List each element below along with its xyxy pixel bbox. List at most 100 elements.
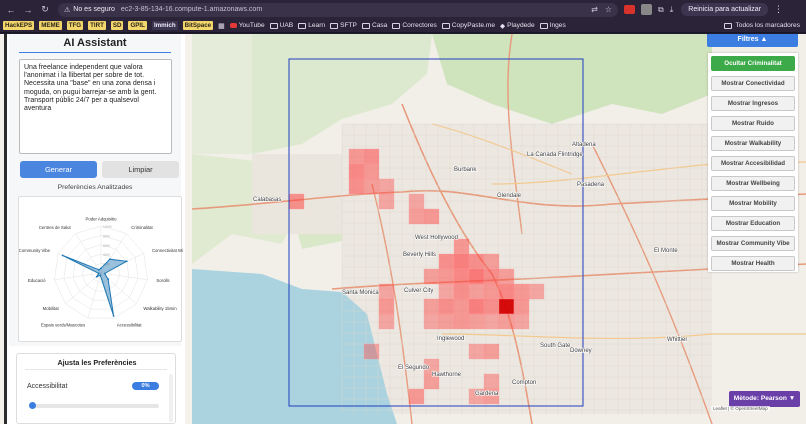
filter-health[interactable]: Mostrar Health	[711, 256, 795, 271]
translate-icon[interactable]: ⇄	[591, 5, 598, 14]
heatmap-cell	[348, 178, 365, 195]
puzzle-icon[interactable]: ⧉	[658, 5, 664, 15]
heatmap-cell	[378, 193, 395, 210]
heatmap-cell	[438, 298, 455, 315]
heatmap-cell	[528, 283, 545, 300]
generate-button[interactable]: Generar	[20, 161, 97, 178]
all-bookmarks[interactable]: Todos los marcadores	[724, 22, 800, 29]
bookmark-tag[interactable]: SD	[110, 21, 124, 30]
page: AI Assistant Una freelance independent q…	[0, 34, 806, 424]
reload-icon[interactable]: ↻	[38, 3, 52, 17]
prompt-textarea[interactable]: Una freelance independent que valora l'a…	[19, 59, 172, 154]
bookmark-copypaste[interactable]: CopyPaste.me	[441, 22, 495, 29]
heatmap-cell	[453, 268, 470, 285]
heatmap-cell	[483, 253, 500, 270]
url-text: ec2-3-85-134-16.compute-1.amazonaws.com	[120, 6, 263, 13]
clear-button[interactable]: Limpiar	[102, 161, 179, 178]
method-dropdown[interactable]: Mètode: Pearson ▼	[729, 391, 800, 407]
bookmark-youtube[interactable]: YouTube	[229, 22, 265, 29]
menu-icon[interactable]: ⋮	[774, 4, 783, 15]
scrollbar[interactable]	[169, 374, 173, 422]
heatmap-cell	[468, 298, 485, 315]
bookmark-tag[interactable]: Immich	[151, 21, 178, 30]
filter-connectivity[interactable]: Mostrar Conectividad	[711, 76, 795, 91]
apps-grid-icon[interactable]: ▦	[218, 22, 225, 30]
bookmark-folder[interactable]: Inges	[539, 22, 566, 29]
heatmap-cell	[483, 298, 500, 315]
heatmap-cell	[468, 268, 485, 285]
radar-point	[107, 278, 110, 281]
heatmap-cell	[453, 283, 470, 300]
radar-axis-label: Poder Adquisitiu	[85, 217, 117, 222]
radar-point	[99, 274, 102, 277]
radar-tick-label: 80%	[103, 234, 110, 238]
filters-toggle-button[interactable]: Filtres ▲	[707, 34, 798, 47]
place-label: Culver City	[404, 288, 433, 294]
preferences-title: Preferències Analitzades	[57, 184, 133, 191]
filter-accessibility[interactable]: Mostrar Accesibilidad	[711, 156, 795, 171]
filter-walkability[interactable]: Mostrar Walkability	[711, 136, 795, 151]
folder-icon	[269, 22, 278, 29]
heatmap-cell	[438, 283, 455, 300]
heatmap-cell	[423, 268, 440, 285]
bookmark-tag[interactable]: HackEPS	[3, 21, 35, 30]
map-view[interactable]: Burbank Glendale Pasadena West Hollywood Bev…	[192, 34, 806, 424]
bookmark-tag[interactable]: BitSpace	[182, 21, 214, 30]
place-label: La Canada Flintridge	[527, 152, 583, 158]
place-label: Whittier	[667, 337, 687, 343]
heatmap-cell	[378, 298, 395, 315]
filter-wellbeing[interactable]: Mostrar Wellbeing	[711, 176, 795, 191]
radar-axis-label: Criminalitat	[131, 225, 153, 230]
bookmark-folder[interactable]: SFTP	[330, 22, 357, 29]
shield-icon: ◆	[500, 22, 506, 30]
place-label: Hawthorne	[432, 372, 462, 378]
forest-area	[432, 34, 712, 124]
bookmark-tag[interactable]: TIRT	[88, 21, 106, 30]
download-icon[interactable]: ⤓	[670, 5, 674, 15]
filter-community-vibe[interactable]: Mostrar Community Vibe	[711, 236, 795, 251]
radar-axis-label: Educació	[28, 278, 46, 283]
heatmap-cell	[453, 238, 470, 255]
bookmark-folder[interactable]: UAB	[269, 22, 293, 29]
heatmap-cell	[513, 283, 530, 300]
bookmark-tag[interactable]: GPIL	[128, 21, 147, 30]
place-label: South Gate	[540, 343, 571, 349]
bookmark-playdede[interactable]: ◆ Playdede	[500, 22, 535, 30]
heatmap-cell	[423, 313, 440, 330]
heatmap-cell	[288, 193, 305, 210]
folder-icon	[392, 22, 401, 29]
bookmark-folder[interactable]: Correctores	[392, 22, 437, 29]
address-bar[interactable]: ⚠ No es seguro ec2-3-85-134-16.compute-1…	[58, 2, 618, 17]
heatmap-cell	[363, 178, 380, 195]
radar-axis-label: Walkability 15min	[143, 306, 177, 311]
accessibility-slider[interactable]	[31, 404, 159, 408]
forward-icon[interactable]: →	[21, 3, 35, 17]
filter-noise[interactable]: Mostrar Ruido	[711, 116, 795, 131]
radar-tick-label: 100%	[103, 225, 112, 229]
radar-axis-label: Mobilitat	[43, 306, 60, 311]
extension-icon[interactable]	[641, 4, 652, 15]
filter-education[interactable]: Mostrar Education	[711, 216, 795, 231]
map-attribution[interactable]: Leaflet | © OpenStreetMap	[711, 406, 770, 411]
bookmark-tag[interactable]: TFG	[66, 21, 84, 30]
radar-series-area	[62, 254, 129, 316]
place-label: West Hollywood	[415, 235, 458, 241]
filter-income[interactable]: Mostrar Ingresos	[711, 96, 795, 111]
back-icon[interactable]: ←	[4, 3, 18, 17]
heatmap-cell	[498, 313, 515, 330]
star-icon[interactable]: ☆	[605, 5, 612, 14]
bookmark-folder[interactable]: Casa	[361, 22, 387, 29]
heatmap-cell	[363, 343, 380, 360]
slider-thumb[interactable]	[29, 402, 36, 409]
heatmap-cell	[483, 268, 500, 285]
bookmark-folder[interactable]: Learn	[298, 22, 325, 29]
radar-tick-label: 60%	[103, 244, 110, 248]
filter-criminality[interactable]: Ocultar Criminalitat	[711, 56, 795, 71]
bookmark-tag[interactable]: MEME	[39, 21, 62, 30]
heatmap-cell	[468, 313, 485, 330]
update-button[interactable]: Reinicia para actualizar	[681, 3, 769, 16]
heatmap-cell	[453, 313, 470, 330]
adjust-preferences-panel: Ajusta les Preferències Accessibilitat 0…	[16, 353, 176, 424]
extension-icon[interactable]	[624, 5, 635, 14]
filter-mobility[interactable]: Mostrar Mobility	[711, 196, 795, 211]
